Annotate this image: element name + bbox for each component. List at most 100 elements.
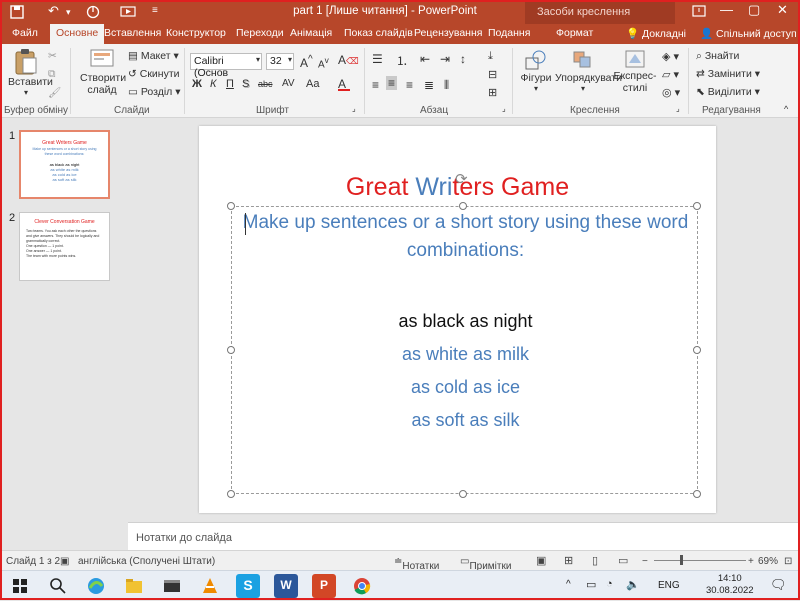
word-icon[interactable]: W: [274, 574, 298, 598]
fit-to-window-icon[interactable]: ⊡: [784, 556, 792, 567]
new-slide-button[interactable]: Створити слайд: [80, 48, 126, 96]
notes-pane[interactable]: Нотатки до слайда: [128, 522, 800, 550]
search-icon[interactable]: [46, 574, 70, 598]
slide-sorter-icon[interactable]: ⊞: [564, 554, 573, 567]
powerpoint-icon[interactable]: P: [312, 574, 336, 598]
notes-button[interactable]: ≐ Нотатки: [394, 556, 439, 572]
tab-home[interactable]: Основне: [50, 24, 105, 44]
decrease-font-icon[interactable]: Av: [318, 55, 329, 70]
maximize-icon[interactable]: ▢: [748, 2, 760, 18]
instruction-text[interactable]: Make up sentences or a short story using…: [232, 209, 699, 265]
resize-handle[interactable]: [227, 490, 235, 498]
file-explorer-icon[interactable]: [122, 574, 146, 598]
smartart-icon[interactable]: ⊞: [488, 86, 497, 99]
section-button[interactable]: ▭ Розділ ▾: [128, 86, 180, 98]
paste-button[interactable]: Вставити ▾: [8, 48, 53, 97]
zoom-in-icon[interactable]: +: [748, 556, 754, 567]
resize-handle[interactable]: [227, 346, 235, 354]
shadow-button[interactable]: S: [242, 78, 249, 90]
resize-handle[interactable]: [693, 202, 701, 210]
shape-effects-icon[interactable]: ◎ ▾: [662, 86, 680, 99]
numbering-icon[interactable]: ⒈: [396, 52, 408, 69]
skype-icon[interactable]: S: [236, 574, 260, 598]
close-icon[interactable]: ✕: [777, 2, 788, 18]
slide-thumbnail-2[interactable]: Clever Conversation Game Two teams. You …: [19, 212, 110, 281]
chrome-icon[interactable]: [350, 574, 374, 598]
arrange-button[interactable]: Упорядкувати ▾: [555, 48, 622, 93]
zoom-level[interactable]: 69%: [758, 556, 778, 567]
justify-icon[interactable]: ≣: [424, 78, 434, 92]
shape-outline-icon[interactable]: ▱ ▾: [662, 68, 679, 81]
resize-handle[interactable]: [693, 346, 701, 354]
comments-button[interactable]: ▭ Примітки: [460, 556, 511, 572]
layout-button[interactable]: ▤ Макет ▾: [128, 50, 179, 62]
tray-chevron-icon[interactable]: ^: [566, 579, 571, 590]
align-right-icon[interactable]: ≡: [406, 78, 413, 92]
share-button[interactable]: 👤 Спільний доступ: [700, 27, 797, 40]
shape-fill-icon[interactable]: ◈ ▾: [662, 50, 679, 63]
tab-insert[interactable]: Вставлення: [104, 27, 161, 39]
font-name-field[interactable]: Calibri (Основ: [190, 53, 262, 79]
customize-qat-icon[interactable]: ≡: [152, 5, 158, 16]
tab-review[interactable]: Рецензування: [414, 27, 482, 39]
select-button[interactable]: ⬉ Виділити ▾: [696, 86, 760, 98]
language-indicator[interactable]: англійська (Сполучені Штати): [78, 556, 215, 567]
char-spacing-icon[interactable]: AV: [282, 78, 295, 89]
line-spacing-icon[interactable]: ↕: [460, 52, 466, 66]
drawing-dialog-launcher-icon[interactable]: ⌟: [676, 104, 680, 113]
tell-me-search[interactable]: 💡 Докладні: [626, 27, 686, 40]
list-item[interactable]: as soft as silk: [232, 404, 699, 437]
cut-icon[interactable]: ✂: [48, 50, 57, 62]
save-icon[interactable]: [10, 3, 24, 19]
rotate-handle-icon[interactable]: ⟳: [455, 170, 468, 188]
minimize-icon[interactable]: —: [720, 2, 733, 17]
decrease-indent-icon[interactable]: ⇤: [420, 52, 430, 66]
increase-indent-icon[interactable]: ⇥: [440, 52, 450, 66]
undo-dropdown-icon[interactable]: ▾: [66, 7, 71, 18]
italic-button[interactable]: К: [210, 78, 216, 90]
slideshow-view-icon[interactable]: ▭: [618, 554, 628, 567]
shapes-button[interactable]: Фігури ▾: [518, 48, 554, 93]
tab-slideshow[interactable]: Показ слайдів: [344, 27, 413, 39]
change-case-icon[interactable]: Aa: [306, 78, 319, 90]
normal-view-icon[interactable]: ▣: [536, 554, 546, 567]
text-direction-icon[interactable]: ⤓: [488, 50, 493, 63]
clock[interactable]: 14:10 30.08.2022: [706, 573, 754, 597]
list-item[interactable]: as black as night: [232, 305, 699, 338]
wifi-icon[interactable]: ◔: [606, 578, 613, 590]
undo-icon[interactable]: ↶: [48, 3, 59, 19]
find-button[interactable]: ⌕ Знайти: [696, 50, 739, 63]
font-name-dropdown-icon[interactable]: ▾: [256, 55, 260, 64]
tab-transitions[interactable]: Переходи: [236, 27, 284, 39]
list-item[interactable]: as white as milk: [232, 338, 699, 371]
reading-view-icon[interactable]: ▯: [592, 554, 598, 567]
start-from-beginning-icon[interactable]: [86, 3, 100, 19]
tab-file[interactable]: Файл: [12, 27, 38, 39]
tab-format[interactable]: Формат: [556, 27, 593, 39]
align-left-icon[interactable]: ≡: [372, 78, 379, 92]
notifications-icon[interactable]: 🗨: [770, 577, 787, 593]
vlc-icon[interactable]: [198, 574, 222, 598]
zoom-slider[interactable]: [654, 560, 746, 561]
ribbon-display-icon[interactable]: [692, 2, 706, 17]
clear-format-icon[interactable]: A⌫: [338, 53, 359, 67]
tab-design[interactable]: Конструктор: [166, 27, 226, 39]
underline-button[interactable]: П: [226, 78, 234, 90]
resize-handle[interactable]: [227, 202, 235, 210]
zoom-out-icon[interactable]: −: [642, 556, 648, 567]
language-tray[interactable]: ENG: [658, 580, 680, 591]
slide-thumbnail-1[interactable]: Great Writers Game Make up sentences or …: [19, 130, 110, 199]
slide[interactable]: Great Writers Game ⟳ Make up sentences o…: [199, 126, 716, 513]
font-dialog-launcher-icon[interactable]: ⌟: [352, 104, 356, 113]
resize-handle[interactable]: [459, 490, 467, 498]
spellcheck-icon[interactable]: ▣: [60, 556, 69, 567]
tab-animations[interactable]: Анімація: [290, 27, 332, 39]
replace-button[interactable]: ⇄ Замінити ▾: [696, 68, 760, 80]
align-center-icon[interactable]: ≡: [386, 76, 398, 90]
font-color-icon[interactable]: A: [338, 77, 350, 91]
columns-icon[interactable]: ⫴: [444, 78, 449, 93]
list-item[interactable]: as cold as ice: [232, 371, 699, 404]
tab-view[interactable]: Подання: [488, 27, 530, 39]
windows-start-icon[interactable]: [8, 574, 32, 598]
increase-font-icon[interactable]: A^: [300, 54, 313, 70]
